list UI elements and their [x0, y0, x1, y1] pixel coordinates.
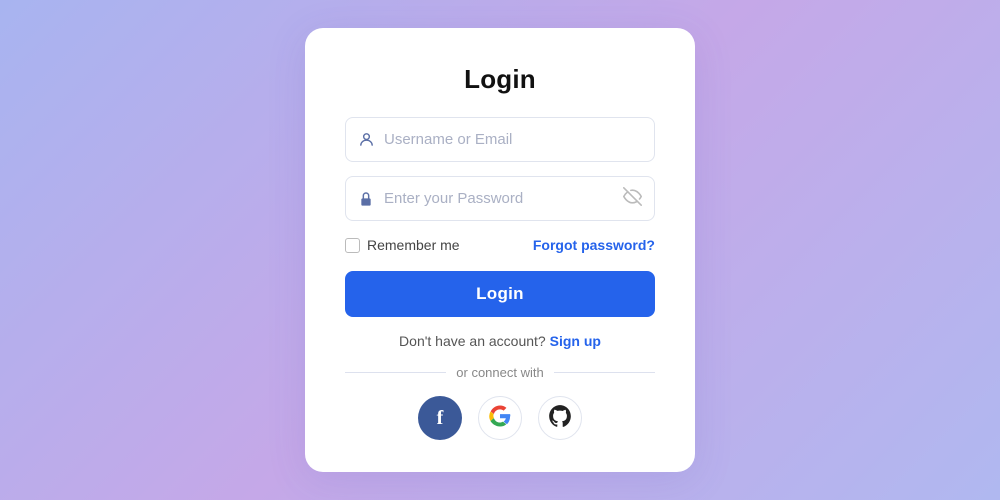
login-card: Login Reme: [305, 28, 695, 472]
remember-checkbox[interactable]: [345, 238, 360, 253]
page-title: Login: [464, 64, 536, 95]
google-icon: [489, 405, 511, 432]
remember-label-text: Remember me: [367, 237, 460, 253]
password-input[interactable]: [345, 176, 655, 221]
facebook-button[interactable]: f: [418, 396, 462, 440]
toggle-password-icon[interactable]: [623, 187, 642, 211]
signup-row: Don't have an account? Sign up: [399, 333, 601, 349]
username-input[interactable]: [345, 117, 655, 162]
password-input-group: [345, 176, 655, 221]
divider-text: or connect with: [456, 365, 543, 380]
remember-me-label[interactable]: Remember me: [345, 237, 460, 253]
divider-right: [554, 372, 655, 373]
google-button[interactable]: [478, 396, 522, 440]
divider-left: [345, 372, 446, 373]
divider-row: or connect with: [345, 365, 655, 380]
options-row: Remember me Forgot password?: [345, 237, 655, 253]
facebook-icon: f: [437, 407, 444, 430]
github-icon: [547, 403, 573, 434]
signup-link[interactable]: Sign up: [550, 333, 601, 349]
social-buttons-row: f: [418, 396, 582, 440]
forgot-password-link[interactable]: Forgot password?: [533, 237, 655, 253]
github-button[interactable]: [538, 396, 582, 440]
login-button[interactable]: Login: [345, 271, 655, 317]
signup-prompt: Don't have an account?: [399, 333, 546, 349]
username-input-group: [345, 117, 655, 162]
